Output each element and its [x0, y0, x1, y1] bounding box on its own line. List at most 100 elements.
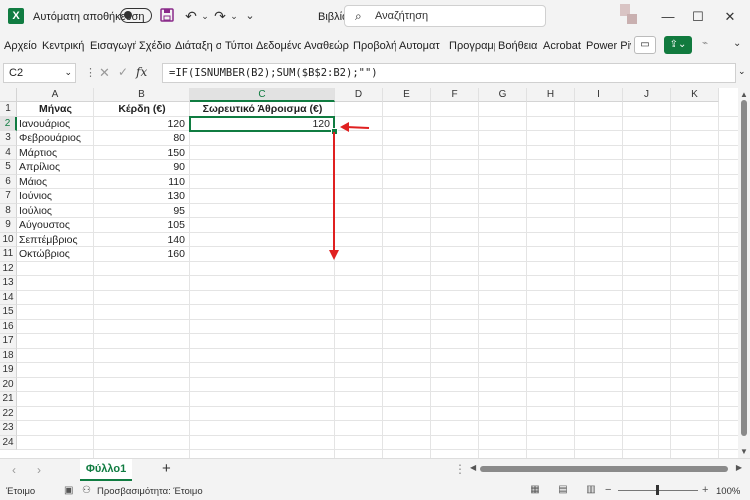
zoom-out-icon[interactable]: −: [605, 484, 611, 496]
column-header-g[interactable]: G: [479, 88, 527, 102]
formula-input[interactable]: =IF(ISNUMBER(B2);SUM($B$2:B2);""): [162, 63, 736, 83]
tab-view[interactable]: Προβολή: [353, 40, 396, 52]
month-cell[interactable]: Μάρτιος: [19, 146, 92, 160]
profit-cell[interactable]: 160: [96, 247, 188, 261]
scroll-right-icon[interactable]: ▶: [736, 463, 742, 472]
autosave-toggle[interactable]: [120, 8, 152, 23]
month-cell[interactable]: Σεπτέμβριος: [19, 233, 92, 247]
tab-help[interactable]: Βοήθεια: [498, 40, 540, 52]
horizontal-scroll-thumb[interactable]: [480, 466, 728, 472]
profit-cell[interactable]: 110: [96, 175, 188, 189]
row-header-23[interactable]: 23: [0, 421, 17, 436]
vertical-scroll-thumb[interactable]: [741, 100, 747, 436]
sheet-tab-active[interactable]: Φύλλο1: [80, 459, 132, 481]
vertical-scrollbar[interactable]: ▲ ▼: [738, 88, 750, 458]
tab-data[interactable]: Δεδομένα: [256, 40, 301, 52]
zoom-level[interactable]: 100%: [716, 486, 740, 497]
search-input[interactable]: ⌕ Αναζήτηση: [344, 5, 546, 27]
header-cell[interactable]: Σωρευτικό Άθροισμα (€): [192, 102, 333, 116]
column-header-j[interactable]: J: [623, 88, 671, 102]
fill-handle[interactable]: [331, 128, 338, 135]
close-icon[interactable]: ✕: [720, 8, 740, 26]
column-header-e[interactable]: E: [383, 88, 431, 102]
row-header-2[interactable]: 2: [0, 116, 17, 131]
row-header-1[interactable]: 1: [0, 102, 17, 117]
accessibility-status[interactable]: Προσβασιμότητα: Έτοιμο: [97, 486, 203, 497]
month-cell[interactable]: Ιούλιος: [19, 204, 92, 218]
row-header-5[interactable]: 5: [0, 160, 17, 175]
customize-toolbar-icon[interactable]: ⌄: [241, 7, 259, 25]
profit-cell[interactable]: 80: [96, 131, 188, 145]
tab-automate[interactable]: Αυτοματ: [399, 40, 446, 52]
row-header-22[interactable]: 22: [0, 406, 17, 421]
expand-formula-bar-icon[interactable]: ⌄: [738, 66, 746, 77]
row-header-13[interactable]: 13: [0, 276, 17, 291]
previous-sheet-icon[interactable]: ‹: [12, 463, 16, 477]
row-header-17[interactable]: 17: [0, 334, 17, 349]
name-box[interactable]: C2 ⌄: [3, 63, 76, 83]
share-button[interactable]: ⇪⌄: [664, 36, 692, 54]
column-header-f[interactable]: F: [431, 88, 479, 102]
scroll-down-icon[interactable]: ▼: [740, 447, 748, 456]
normal-view-icon[interactable]: ▦: [528, 484, 542, 496]
month-cell[interactable]: Οκτώβριος: [19, 247, 92, 261]
row-header-6[interactable]: 6: [0, 174, 17, 189]
spreadsheet-grid[interactable]: ABCDEFGHIJK 1 2 3 4 5 6 7 8 9 10 11 12 13 14 15 16 17 18 1…: [0, 88, 738, 458]
row-header-7[interactable]: 7: [0, 189, 17, 204]
header-cell[interactable]: Μήνας: [19, 102, 92, 116]
row-header-9[interactable]: 9: [0, 218, 17, 233]
copilot-icon[interactable]: ⌁: [702, 38, 708, 49]
chevron-down-icon[interactable]: ⌄: [64, 67, 72, 78]
add-sheet-icon[interactable]: +: [162, 460, 171, 477]
horizontal-scrollbar[interactable]: ◀ ▶: [470, 463, 742, 475]
maximize-icon[interactable]: ☐: [688, 8, 708, 26]
column-header-a[interactable]: A: [17, 88, 94, 102]
zoom-slider-thumb[interactable]: [656, 485, 659, 495]
profit-cell[interactable]: 140: [96, 233, 188, 247]
row-header-3[interactable]: 3: [0, 131, 17, 146]
tab-developer[interactable]: Προγραμμ: [449, 40, 495, 52]
comments-button[interactable]: ▭: [634, 36, 656, 54]
tab-formulas[interactable]: Τύποι: [225, 40, 254, 52]
select-all-corner[interactable]: [0, 88, 17, 102]
row-header-20[interactable]: 20: [0, 377, 17, 392]
scroll-left-icon[interactable]: ◀: [470, 463, 476, 472]
save-icon[interactable]: [158, 7, 176, 25]
row-header-21[interactable]: 21: [0, 392, 17, 407]
row-header-16[interactable]: 16: [0, 319, 17, 334]
profit-cell[interactable]: 95: [96, 204, 188, 218]
tab-power-pivot[interactable]: Power Piv: [586, 40, 631, 52]
next-sheet-icon[interactable]: ›: [37, 463, 41, 477]
column-header-d[interactable]: D: [335, 88, 383, 102]
row-header-4[interactable]: 4: [0, 145, 17, 160]
ribbon-display-options-icon[interactable]: ⌄: [733, 38, 741, 49]
row-header-11[interactable]: 11: [0, 247, 17, 262]
profit-cell[interactable]: 105: [96, 218, 188, 232]
macro-record-icon[interactable]: ▣: [64, 485, 73, 496]
tab-acrobat[interactable]: Acrobat: [543, 40, 583, 52]
tab-insert[interactable]: Εισαγωγή: [90, 40, 136, 52]
row-header-10[interactable]: 10: [0, 232, 17, 247]
header-cell[interactable]: Κέρδη (€): [96, 102, 188, 116]
tab-home[interactable]: Κεντρική: [42, 40, 87, 52]
insert-function-icon[interactable]: fx: [136, 65, 147, 79]
tab-review[interactable]: Αναθεώρ: [304, 40, 350, 52]
row-header-24[interactable]: 24: [0, 435, 17, 450]
page-break-view-icon[interactable]: ▥: [584, 484, 598, 496]
row-header-14[interactable]: 14: [0, 290, 17, 305]
profit-cell[interactable]: 150: [96, 146, 188, 160]
tab-page-layout[interactable]: Διάταξη σ: [175, 40, 221, 52]
column-header-k[interactable]: K: [671, 88, 719, 102]
tab-file[interactable]: Αρχείο: [4, 40, 40, 52]
page-layout-view-icon[interactable]: ▤: [556, 484, 570, 496]
accessibility-icon[interactable]: ⚇: [82, 485, 91, 496]
active-cell-selection[interactable]: [189, 115, 335, 132]
enter-icon[interactable]: ✓: [118, 65, 128, 79]
cancel-icon[interactable]: ✕: [99, 65, 110, 81]
row-header-19[interactable]: 19: [0, 363, 17, 378]
month-cell[interactable]: Φεβρουάριος: [19, 131, 92, 145]
more-options-icon[interactable]: ⋮: [454, 462, 466, 476]
tab-draw[interactable]: Σχέδιο: [139, 40, 172, 52]
column-header-i[interactable]: I: [575, 88, 623, 102]
row-header-8[interactable]: 8: [0, 203, 17, 218]
